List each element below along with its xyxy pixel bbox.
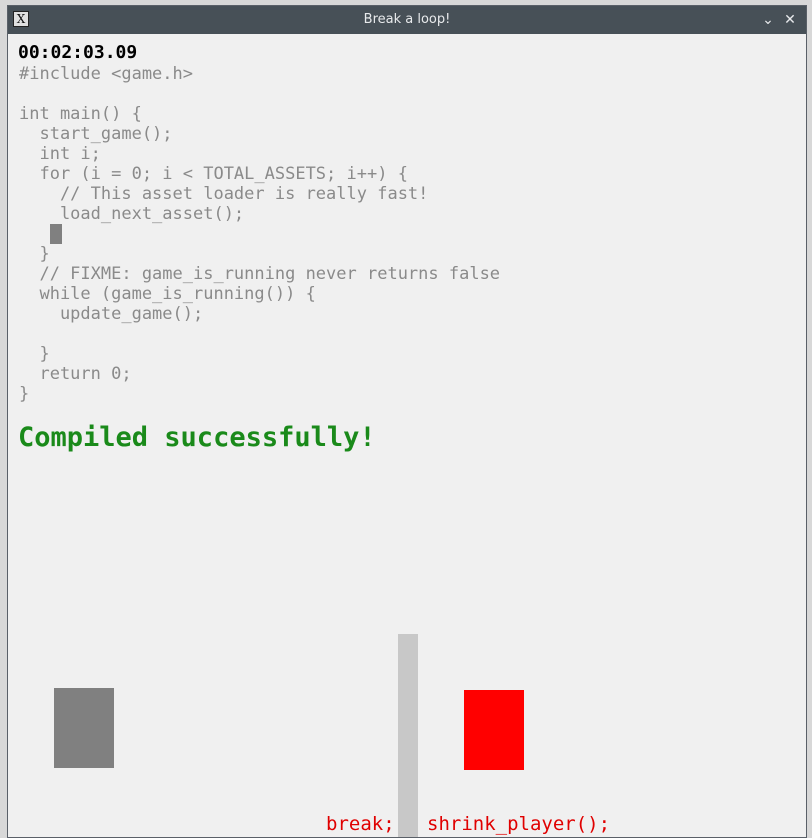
red-target-block	[464, 690, 524, 770]
code-line: // This asset loader is really fast!	[19, 184, 429, 204]
code-line: return 0;	[19, 364, 132, 384]
code-line: }	[19, 384, 30, 404]
shrink-player-command[interactable]: shrink_player();	[427, 813, 610, 835]
player-block[interactable]	[54, 688, 114, 768]
code-line: while (game_is_running()) {	[19, 284, 316, 304]
loop-wall	[398, 634, 418, 837]
code-line: // FIXME: game_is_running never returns …	[19, 264, 501, 284]
code-editor: #include <game.h> int main() { start_game…	[19, 64, 500, 404]
code-line: start_game();	[19, 124, 173, 144]
code-line: int i;	[19, 144, 101, 164]
code-line: }	[19, 344, 50, 364]
code-line: #include <game.h>	[19, 64, 193, 84]
code-line: }	[19, 244, 50, 264]
game-canvas[interactable]: 00:02:03.09 #include <game.h> int main() …	[8, 34, 806, 837]
break-command[interactable]: break;	[326, 813, 395, 835]
elapsed-timer: 00:02:03.09	[18, 42, 138, 63]
window-title: Break a loop!	[363, 12, 451, 27]
compile-status: Compiled successfully!	[18, 422, 376, 453]
code-line: load_next_asset();	[19, 204, 245, 224]
title-bar[interactable]: X Break a loop! ⌄ ✕	[8, 6, 806, 34]
close-icon[interactable]: ✕	[780, 10, 800, 30]
code-line: int main() {	[19, 104, 142, 124]
insertion-cursor-slot[interactable]	[50, 224, 62, 244]
game-window: X Break a loop! ⌄ ✕ 00:02:03.09 #include…	[7, 5, 807, 838]
code-line: for (i = 0; i < TOTAL_ASSETS; i++) {	[19, 164, 408, 184]
code-line: update_game();	[19, 304, 204, 324]
minimize-chevron-icon[interactable]: ⌄	[758, 10, 778, 30]
